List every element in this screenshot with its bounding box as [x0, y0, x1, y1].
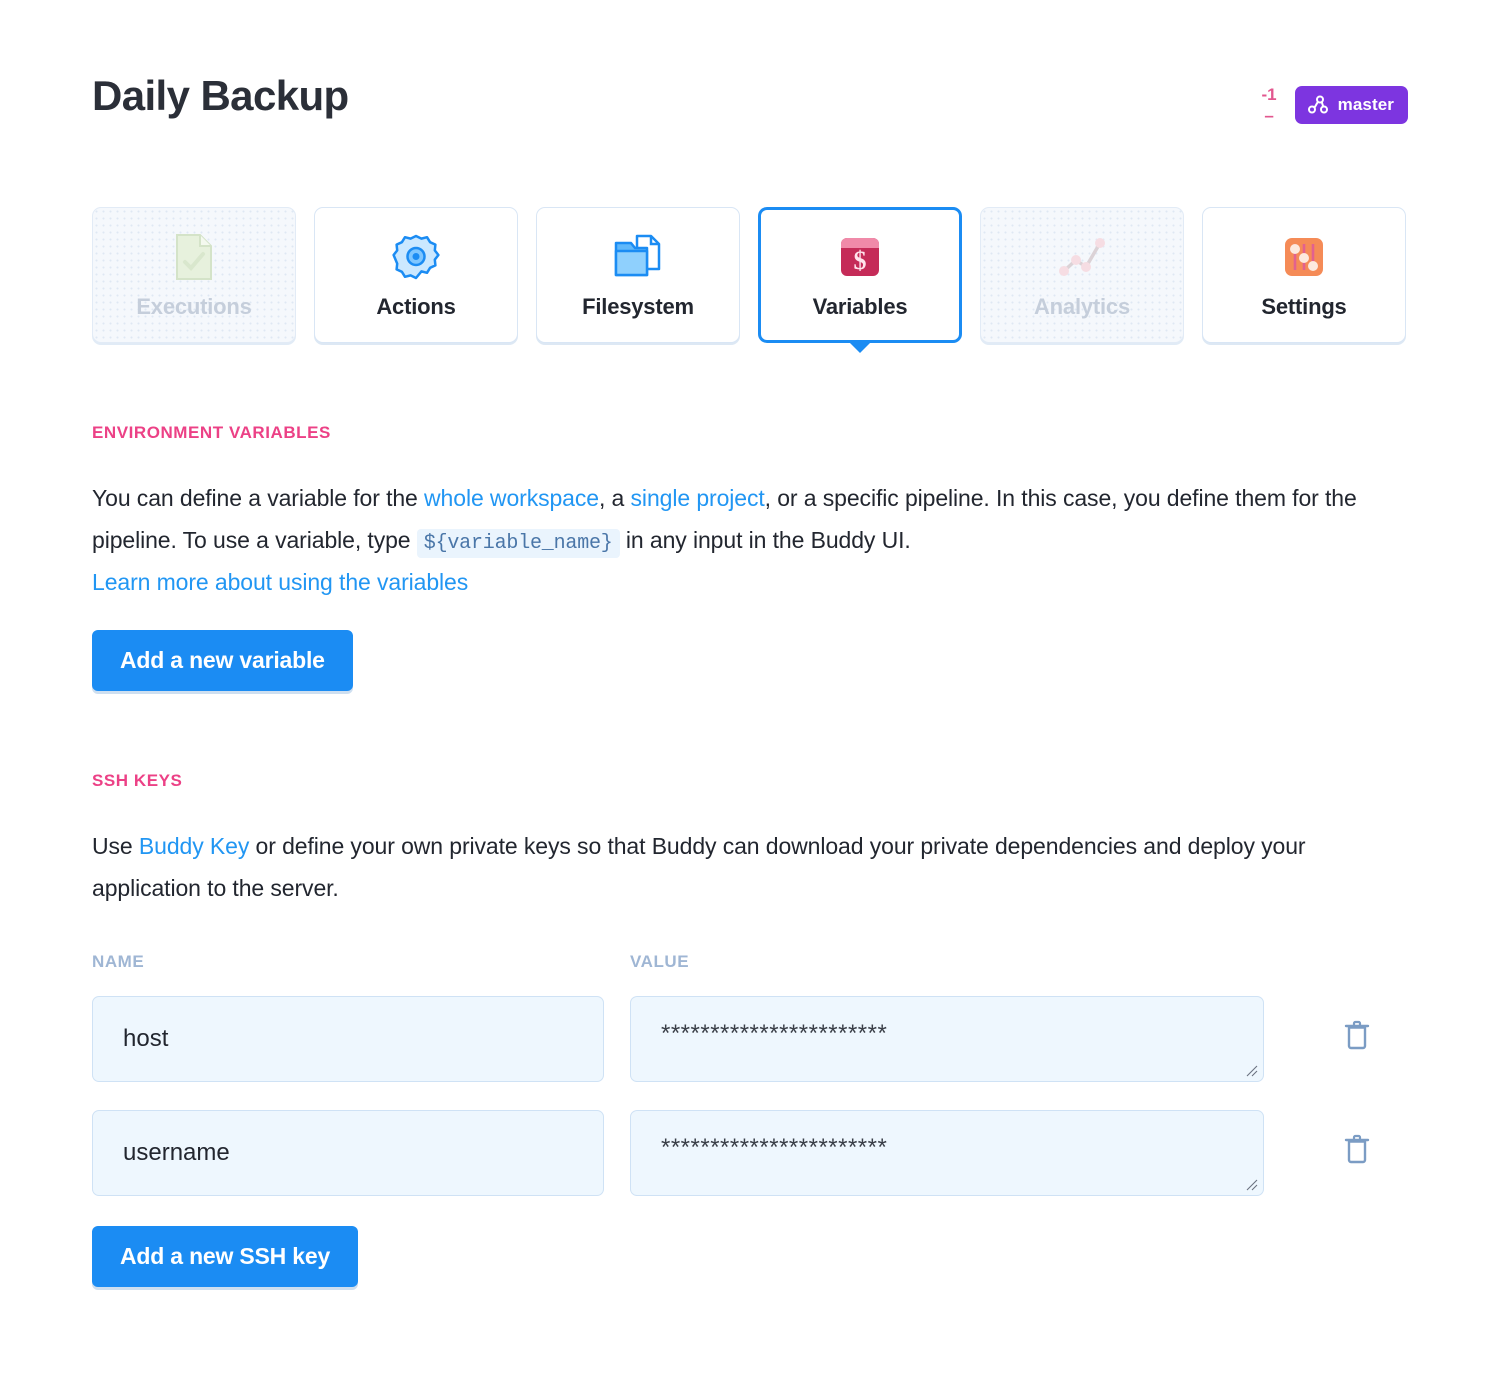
- ssh-keys-heading: SSH KEYS: [92, 771, 183, 790]
- tab-filesystem[interactable]: Filesystem: [536, 207, 740, 343]
- tab-variables[interactable]: $ Variables: [758, 207, 962, 353]
- add-new-variable-button[interactable]: Add a new variable: [92, 630, 353, 691]
- header-right-group: -1 – master: [1262, 74, 1408, 124]
- dollar-card-icon: $: [838, 230, 882, 284]
- commits-ahead-count: –: [1264, 106, 1274, 125]
- column-header-name: NAME: [92, 952, 145, 971]
- env-desc-part-2: , a: [598, 485, 631, 511]
- trash-icon: [1344, 1020, 1370, 1053]
- single-project-link[interactable]: single project: [631, 485, 765, 511]
- environment-variables-description: You can define a variable for the whole …: [92, 478, 1407, 604]
- branch-badge[interactable]: master: [1294, 86, 1408, 124]
- pipeline-tabs: Executions Actions Filesystem $ Variable…: [92, 207, 1406, 353]
- active-tab-pointer: [847, 340, 873, 353]
- page-header: Daily Backup -1 – master: [92, 72, 1408, 124]
- sliders-icon: [1282, 230, 1326, 284]
- learn-more-variables-link[interactable]: Learn more about using the variables: [92, 562, 468, 604]
- commits-behind-count: -1: [1261, 85, 1277, 104]
- delete-ssh-key-button[interactable]: [1344, 1020, 1370, 1053]
- ssh-keys-description: Use Buddy Key or define your own private…: [92, 826, 1382, 910]
- ssh-key-name-input[interactable]: [92, 1110, 604, 1196]
- page-title: Daily Backup: [92, 72, 349, 119]
- table-row: ***********************: [92, 996, 1370, 1082]
- trash-icon: [1344, 1134, 1370, 1167]
- ssh-keys-table: *********************** **************: [92, 996, 1370, 1224]
- buddy-key-link[interactable]: Buddy Key: [139, 833, 249, 859]
- tab-executions-label: Executions: [136, 294, 252, 319]
- env-desc-part-4: in any input in the Buddy UI.: [619, 526, 911, 553]
- table-row: ***********************: [92, 1110, 1370, 1196]
- folder-file-icon: [613, 230, 663, 284]
- tab-analytics-label: Analytics: [1033, 294, 1131, 319]
- ssh-key-name-input[interactable]: [92, 996, 604, 1082]
- tab-variables-label: Variables: [812, 294, 908, 319]
- ssh-key-value-wrap: ***********************: [630, 1110, 1264, 1196]
- env-desc-part-1: You can define a variable for the: [92, 485, 425, 511]
- add-new-ssh-key-button[interactable]: Add a new SSH key: [92, 1226, 359, 1287]
- column-header-value: VALUE: [630, 952, 690, 971]
- document-check-icon: [173, 230, 215, 284]
- branch-name: master: [1337, 95, 1394, 114]
- tab-actions[interactable]: Actions: [314, 207, 518, 343]
- whole-workspace-link[interactable]: whole workspace: [424, 485, 599, 511]
- tab-filesystem-label: Filesystem: [582, 294, 694, 319]
- tab-analytics[interactable]: Analytics: [980, 207, 1184, 343]
- variable-syntax-code: ${variable_name}: [416, 528, 620, 558]
- ssh-key-value-wrap: ***********************: [630, 996, 1264, 1082]
- tab-settings-label: Settings: [1261, 294, 1347, 319]
- ssh-key-value-input[interactable]: ***********************: [630, 996, 1264, 1082]
- tab-executions[interactable]: Executions: [92, 207, 296, 343]
- delete-ssh-key-button[interactable]: [1344, 1134, 1370, 1167]
- ssh-desc-part-2: or define your own private keys so that …: [92, 833, 1306, 901]
- line-chart-icon: [1056, 230, 1108, 284]
- git-branch-icon: [1307, 95, 1329, 115]
- environment-variables-heading: ENVIRONMENT VARIABLES: [92, 423, 331, 442]
- svg-text:$: $: [854, 246, 867, 275]
- ssh-desc-part-1: Use: [92, 833, 139, 859]
- tab-settings[interactable]: Settings: [1202, 207, 1406, 343]
- commit-counter: -1 –: [1262, 86, 1277, 124]
- gear-icon: [392, 230, 440, 284]
- tab-actions-label: Actions: [376, 294, 456, 319]
- ssh-key-value-input[interactable]: ***********************: [630, 1110, 1264, 1196]
- pipeline-variables-page: Daily Backup -1 – master Executions Acti…: [0, 0, 1500, 1400]
